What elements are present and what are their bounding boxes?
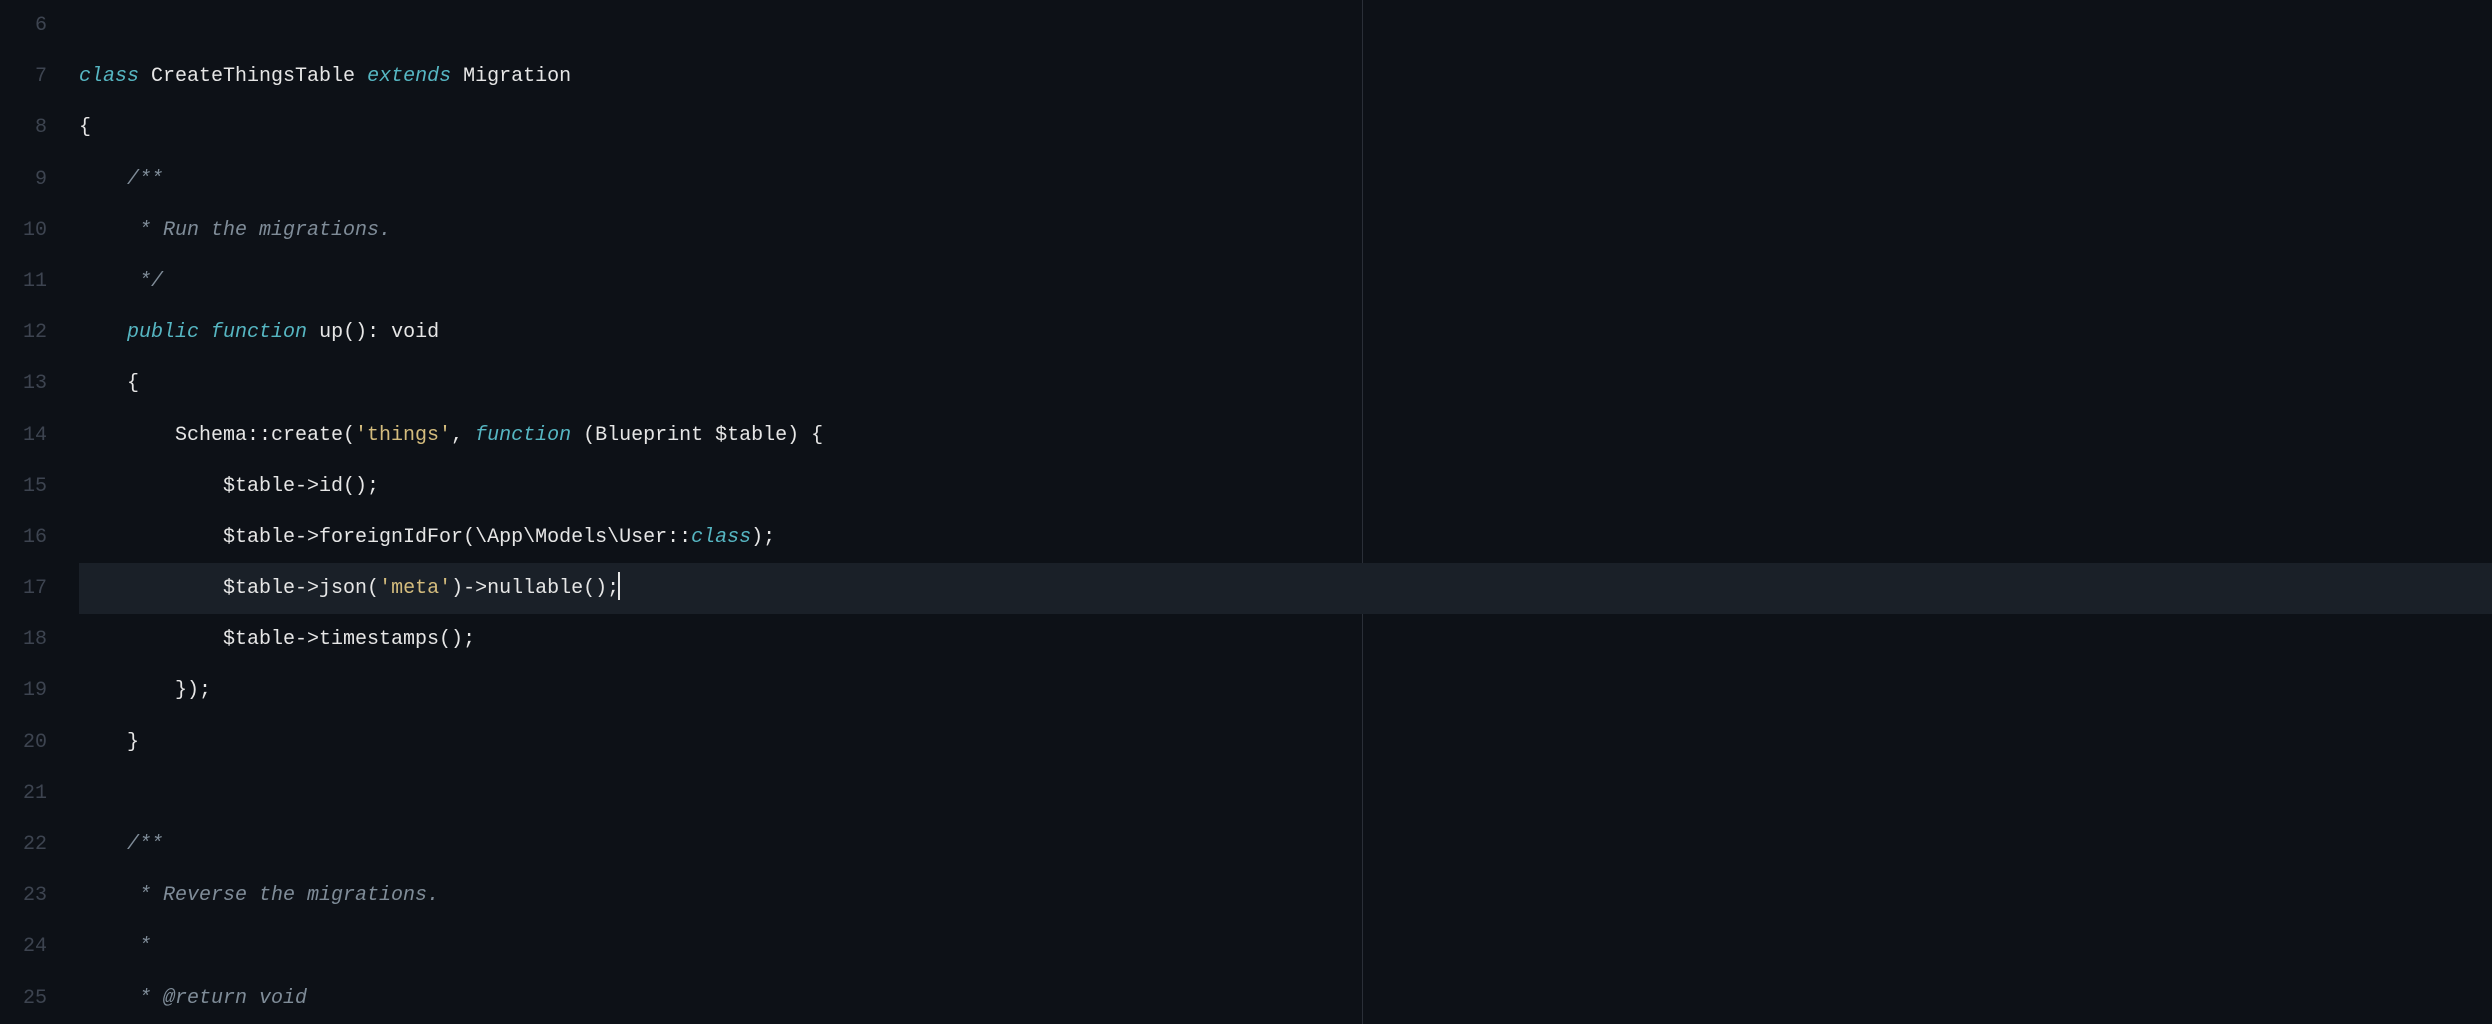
- code-line[interactable]: $table->id();: [79, 461, 2492, 512]
- code-token: }: [79, 731, 139, 754]
- code-line[interactable]: });: [79, 665, 2492, 716]
- code-token: )->nullable();: [451, 577, 619, 600]
- line-number: 18: [0, 614, 75, 665]
- line-number: 20: [0, 717, 75, 768]
- code-token: [79, 321, 127, 344]
- code-line[interactable]: public function up(): void: [79, 307, 2492, 358]
- code-token: 'meta': [379, 577, 451, 600]
- code-line[interactable]: *: [79, 921, 2492, 972]
- code-token: [79, 219, 139, 242]
- code-area[interactable]: class CreateThingsTable extends Migratio…: [75, 0, 2492, 1024]
- code-line[interactable]: {: [79, 358, 2492, 409]
- code-token: [79, 270, 139, 293]
- code-token: void: [259, 987, 307, 1010]
- line-number: 9: [0, 154, 75, 205]
- line-number: 14: [0, 410, 75, 461]
- code-line[interactable]: $table->foreignIdFor(\App\Models\User::c…: [79, 512, 2492, 563]
- line-number: 24: [0, 921, 75, 972]
- code-line[interactable]: Schema::create('things', function (Bluep…: [79, 410, 2492, 461]
- code-token: $table->json(: [79, 577, 379, 600]
- code-token: [199, 321, 211, 344]
- code-line[interactable]: /**: [79, 154, 2492, 205]
- line-number: 16: [0, 512, 75, 563]
- code-token: * Run the migrations.: [139, 219, 391, 242]
- code-token: *: [139, 935, 151, 958]
- code-token: $table->foreignIdFor(\App\Models\User::: [79, 526, 691, 549]
- code-line[interactable]: * Reverse the migrations.: [79, 870, 2492, 921]
- code-token: */: [139, 270, 163, 293]
- line-number: 6: [0, 0, 75, 51]
- line-number: 23: [0, 870, 75, 921]
- code-token: class: [79, 65, 139, 88]
- text-cursor: [618, 572, 620, 600]
- code-token: * @return: [139, 987, 259, 1010]
- code-editor[interactable]: 678910111213141516171819202122232425 cla…: [0, 0, 2492, 1024]
- code-token: ,: [451, 424, 475, 447]
- line-number: 11: [0, 256, 75, 307]
- code-line[interactable]: * Run the migrations.: [79, 205, 2492, 256]
- line-number: 10: [0, 205, 75, 256]
- code-token: {: [79, 372, 139, 395]
- code-token: /**: [127, 168, 163, 191]
- code-token: [79, 935, 139, 958]
- code-token: [79, 833, 127, 856]
- code-token: 'things': [355, 424, 451, 447]
- line-number-gutter: 678910111213141516171819202122232425: [0, 0, 75, 1024]
- line-number: 12: [0, 307, 75, 358]
- line-number: 21: [0, 768, 75, 819]
- code-token: (Blueprint $table) {: [571, 424, 823, 447]
- line-number: 17: [0, 563, 75, 614]
- code-token: [79, 987, 139, 1010]
- code-token: function: [211, 321, 307, 344]
- code-line[interactable]: [79, 768, 2492, 819]
- code-token: CreateThingsTable: [139, 65, 367, 88]
- line-number: 8: [0, 102, 75, 153]
- line-number: 15: [0, 461, 75, 512]
- code-token: $table->id();: [79, 475, 379, 498]
- line-number: 22: [0, 819, 75, 870]
- code-line[interactable]: */: [79, 256, 2492, 307]
- code-line[interactable]: $table->timestamps();: [79, 614, 2492, 665]
- code-line[interactable]: class CreateThingsTable extends Migratio…: [79, 51, 2492, 102]
- line-number: 25: [0, 973, 75, 1024]
- code-line[interactable]: $table->json('meta')->nullable();: [79, 563, 2492, 614]
- line-number: 19: [0, 665, 75, 716]
- code-token: * Reverse the migrations.: [139, 884, 439, 907]
- line-number: 13: [0, 358, 75, 409]
- code-token: {: [79, 116, 91, 139]
- code-line[interactable]: [79, 0, 2492, 51]
- code-token: );: [751, 526, 775, 549]
- code-line[interactable]: {: [79, 102, 2492, 153]
- code-token: [79, 168, 127, 191]
- code-line[interactable]: }: [79, 717, 2492, 768]
- code-line[interactable]: /**: [79, 819, 2492, 870]
- code-token: up(): void: [307, 321, 439, 344]
- code-token: Migration: [451, 65, 571, 88]
- code-token: function: [475, 424, 571, 447]
- code-token: });: [79, 679, 211, 702]
- code-token: $table->timestamps();: [79, 628, 475, 651]
- code-line[interactable]: * @return void: [79, 973, 2492, 1024]
- code-token: /**: [127, 833, 163, 856]
- line-number: 7: [0, 51, 75, 102]
- code-token: Schema::create(: [79, 424, 355, 447]
- code-token: public: [127, 321, 199, 344]
- code-token: class: [691, 526, 751, 549]
- code-token: [79, 884, 139, 907]
- code-token: extends: [367, 65, 451, 88]
